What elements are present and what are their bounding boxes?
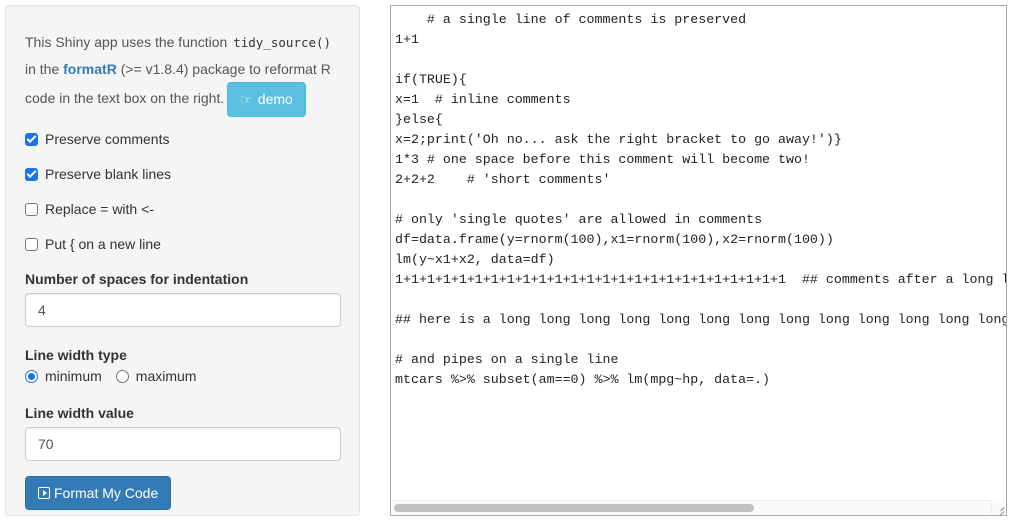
format-code-button-label: Format My Code [54, 485, 159, 501]
demo-button-label: demo [257, 91, 293, 107]
checkbox-checked-icon[interactable] [25, 167, 38, 181]
resize-grip-icon[interactable] [991, 500, 1006, 515]
checkbox-label: Replace = with <- [45, 201, 154, 217]
preserve-comments-checkbox[interactable]: Preserve comments [25, 129, 340, 149]
hand-point-right-icon: ☞ [240, 92, 252, 107]
code-content[interactable]: # a single line of comments is preserved… [395, 10, 1006, 390]
code-editor-textarea[interactable]: # a single line of comments is preserved… [390, 5, 1007, 516]
checkbox-label: Put { on a new line [45, 236, 161, 252]
sidebar-panel: This Shiny app uses the function tidy_so… [5, 5, 360, 516]
brace-newline-checkbox[interactable]: Put { on a new line [25, 234, 340, 254]
radio-maximum[interactable]: maximum [115, 368, 197, 384]
checkbox-unchecked-icon[interactable] [25, 202, 38, 216]
indent-input[interactable] [25, 293, 341, 327]
radio-label: maximum [135, 368, 197, 384]
preserve-blank-lines-checkbox[interactable]: Preserve blank lines [25, 164, 340, 184]
checkbox-label: Preserve comments [45, 131, 170, 147]
intro-text-part: This Shiny app uses the function [25, 34, 232, 50]
checkbox-checked-icon[interactable] [25, 132, 38, 146]
width-type-label: Line width type [25, 347, 127, 363]
formatr-link[interactable]: formatR [63, 61, 117, 77]
demo-button[interactable]: ☞ demo [227, 82, 306, 117]
format-code-button[interactable]: Format My Code [25, 476, 172, 510]
width-value-label: Line width value [25, 405, 134, 421]
indent-label: Number of spaces for indentation [25, 271, 249, 287]
replace-assign-checkbox[interactable]: Replace = with <- [25, 199, 340, 219]
scrollbar-thumb[interactable] [394, 504, 754, 512]
radio-unselected-icon[interactable] [115, 369, 129, 383]
play-square-icon [38, 487, 50, 499]
checkbox-label: Preserve blank lines [45, 166, 172, 182]
radio-label: minimum [45, 368, 102, 384]
width-type-radio-group: minimum maximum [25, 367, 340, 385]
radio-selected-icon[interactable] [25, 369, 38, 383]
intro-text: This Shiny app uses the function tidy_so… [25, 29, 340, 117]
checkbox-unchecked-icon[interactable] [25, 237, 38, 251]
intro-text-part: in the [25, 61, 64, 77]
width-value-input[interactable] [25, 427, 341, 461]
horizontal-scrollbar[interactable] [391, 500, 1006, 515]
radio-minimum[interactable]: minimum [25, 368, 102, 384]
function-name: tidy_source() [233, 35, 332, 50]
